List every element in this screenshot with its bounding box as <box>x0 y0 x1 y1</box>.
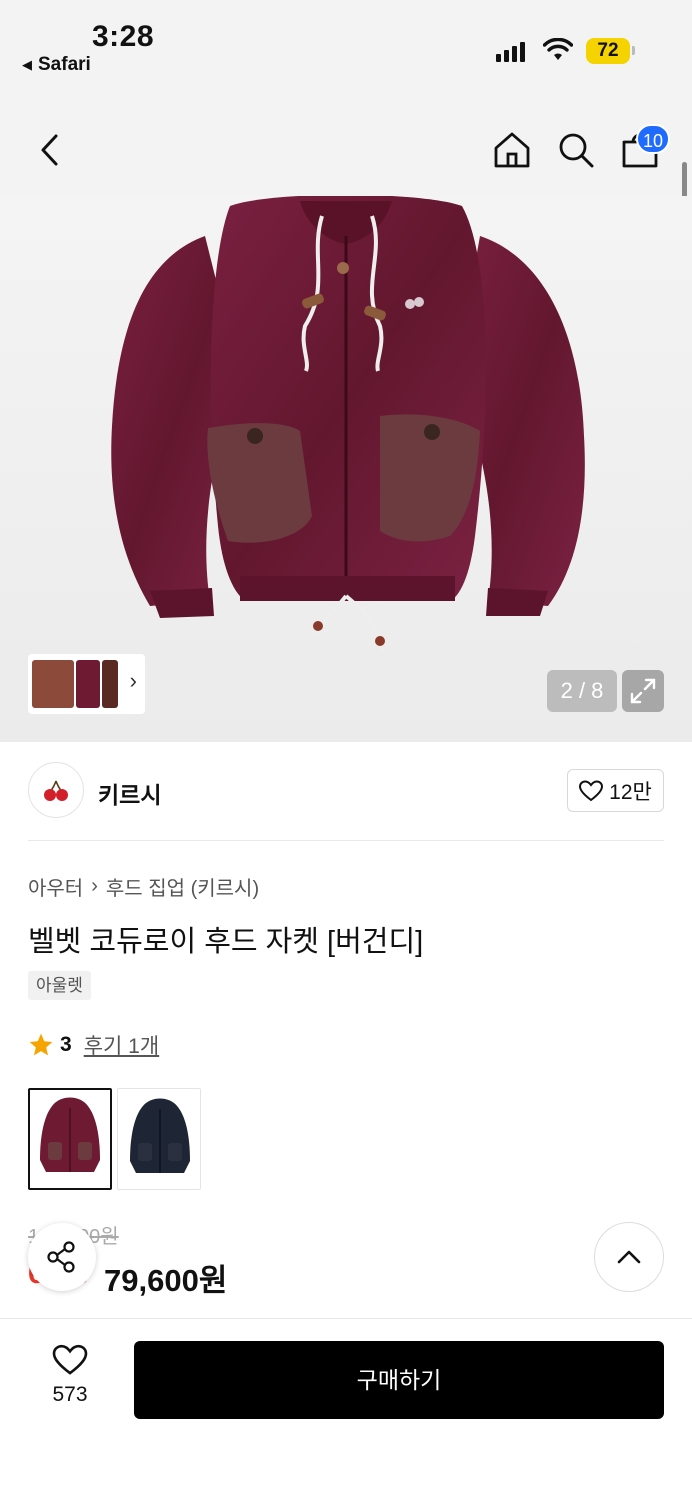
star-icon <box>29 1033 53 1056</box>
brand-like-count: 12만 <box>609 780 652 804</box>
battery-indicator: 72 <box>586 38 630 64</box>
heart-icon <box>52 1344 88 1375</box>
outlet-tag: 아울렛 <box>28 971 91 1000</box>
review-link[interactable]: 후기 1개 <box>84 1030 159 1060</box>
heart-icon <box>579 779 604 801</box>
share-button[interactable] <box>28 1223 96 1291</box>
breadcrumb: 아우터 › 후드 집업 (키르시) <box>28 872 259 901</box>
scroll-to-top-button[interactable] <box>594 1222 664 1292</box>
gallery-thumbnails[interactable]: › <box>28 654 145 714</box>
cherry-icon <box>44 780 68 801</box>
brand-like-button[interactable]: 12만 <box>567 769 664 812</box>
search-icon[interactable] <box>556 130 596 170</box>
thumbnail-brown-dark[interactable] <box>102 660 118 708</box>
share-icon <box>47 1241 75 1273</box>
image-counter: 2 / 8 <box>547 670 617 712</box>
back-app-label: Safari <box>38 54 91 75</box>
jacket-navy-thumbnail <box>130 1098 190 1173</box>
cart-count-badge: 10 <box>636 124 670 154</box>
battery-tip <box>632 46 635 55</box>
divider <box>28 840 664 841</box>
back-triangle-icon: ◀ <box>22 57 32 72</box>
cellular-signal-icon <box>496 40 525 62</box>
status-bar: 3:28 ◀ Safari 72 <box>0 0 692 90</box>
top-nav <box>0 90 692 196</box>
home-icon[interactable] <box>492 130 532 170</box>
breadcrumb-category[interactable]: 아우터 <box>28 872 83 901</box>
breadcrumb-subcategory[interactable]: 후드 집업 (키르시) <box>106 872 259 901</box>
chevron-right-icon[interactable]: › <box>130 668 137 694</box>
wishlist-count: 573 <box>52 1383 88 1406</box>
product-title: 벨벳 코듀로이 후드 자켓 [버건디] <box>28 926 424 958</box>
color-option-navy[interactable] <box>117 1088 201 1190</box>
buy-button[interactable]: 구매하기 <box>134 1341 664 1419</box>
thumbnail-brown[interactable] <box>32 660 74 708</box>
wifi-icon <box>543 38 573 60</box>
brand-name[interactable]: 키르시 <box>98 776 161 810</box>
status-time: 3:28 <box>92 20 155 53</box>
brand-logo[interactable] <box>28 762 84 818</box>
chevron-up-icon <box>617 1250 641 1264</box>
jacket-burgundy-thumbnail <box>40 1097 100 1172</box>
back-to-app-link[interactable]: ◀ Safari <box>22 54 91 76</box>
sale-price: 79,600원 <box>104 1263 228 1298</box>
wishlist-button[interactable]: 573 <box>40 1344 100 1407</box>
breadcrumb-separator-icon: › <box>91 875 98 897</box>
expand-icon[interactable] <box>622 670 664 712</box>
rating-score: 3 <box>60 1033 72 1056</box>
color-option-burgundy[interactable] <box>28 1088 112 1190</box>
back-chevron-icon[interactable] <box>36 130 66 170</box>
rating-row: 3 후기 1개 <box>28 1030 159 1060</box>
thumbnail-burgundy[interactable] <box>76 660 100 708</box>
